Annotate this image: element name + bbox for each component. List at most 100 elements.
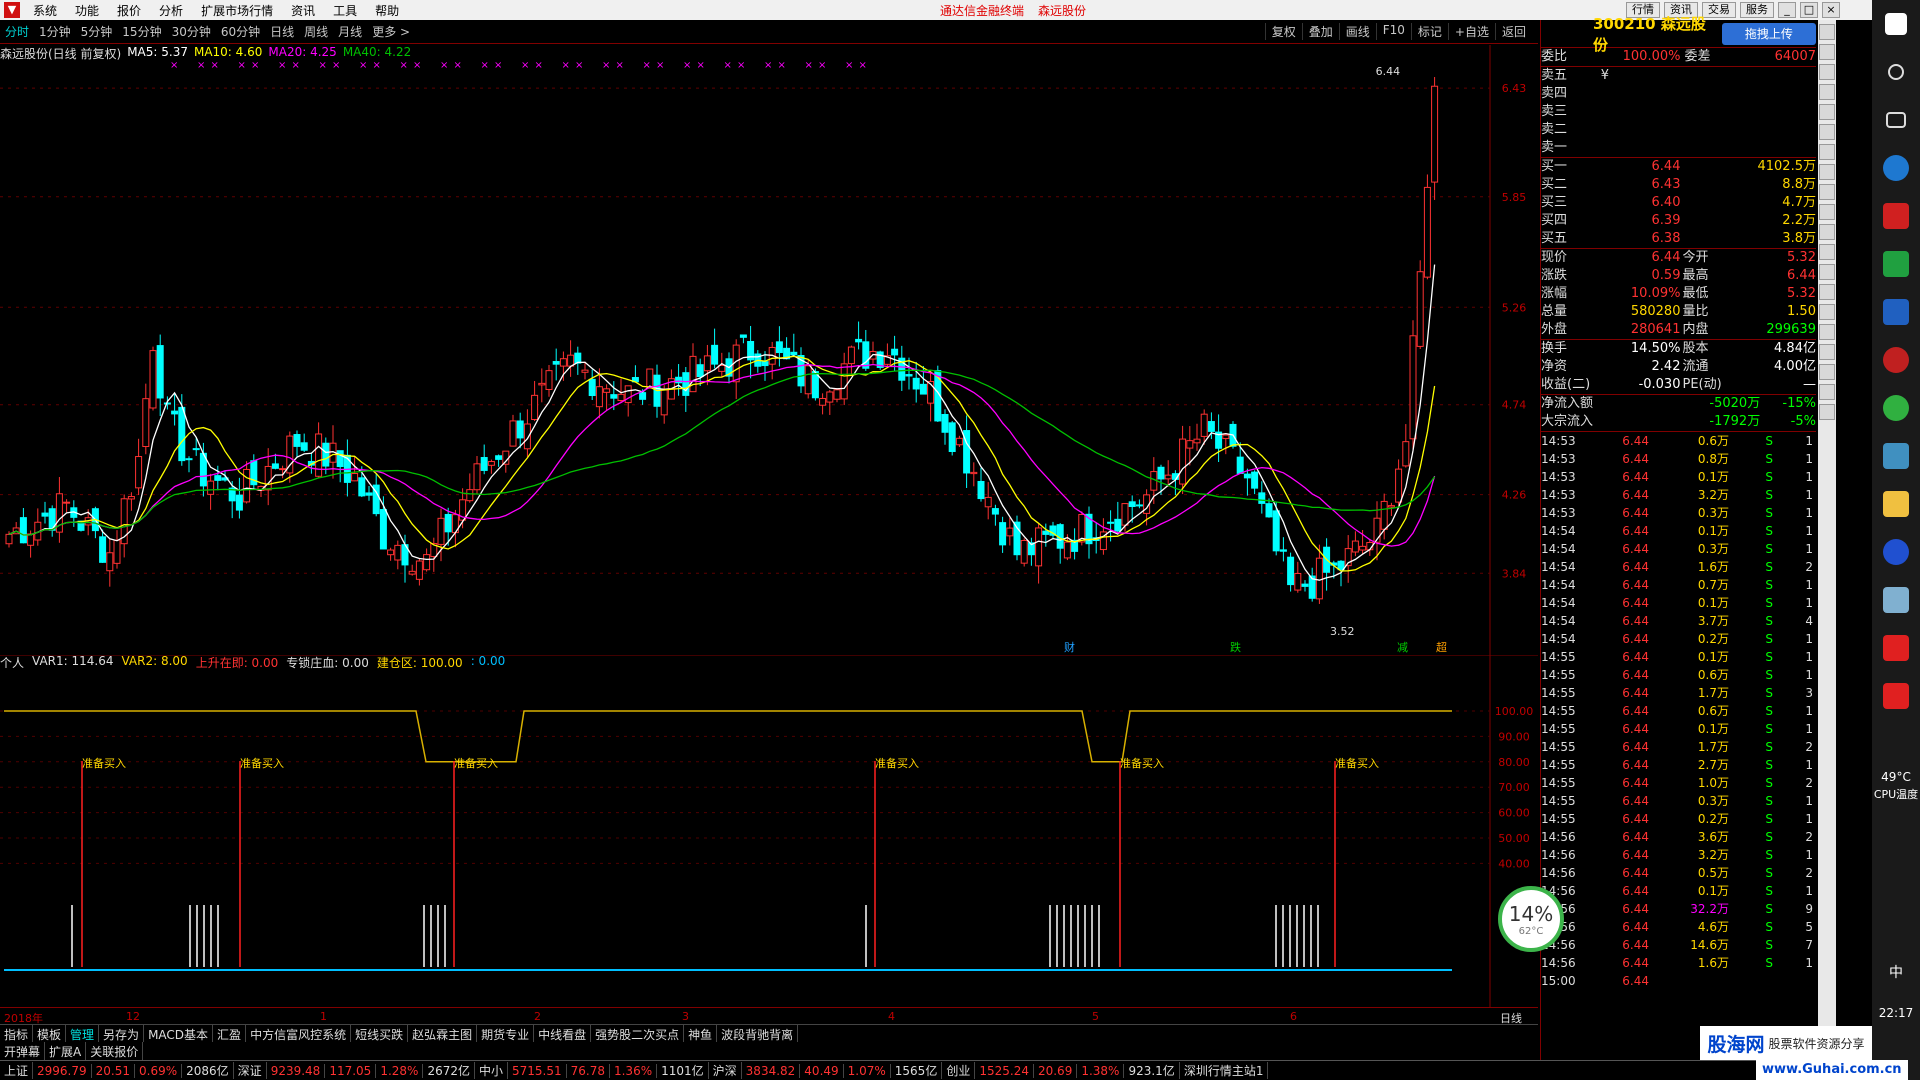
indicator-tab[interactable]: 汇盈: [213, 1025, 247, 1042]
fs-icon[interactable]: [1819, 384, 1835, 400]
menu-quote[interactable]: 报价: [108, 2, 150, 19]
period-tab-5min[interactable]: 5分钟: [76, 23, 118, 40]
app-icon-red[interactable]: [1872, 192, 1920, 240]
extra-tab[interactable]: 关联报价: [86, 1042, 144, 1060]
search-icon[interactable]: [1819, 224, 1835, 240]
menu-function[interactable]: 功能: [66, 2, 108, 19]
period-tab-weekly[interactable]: 周线: [299, 23, 333, 40]
indicator-chart[interactable]: 100.00 90.00 80.00 70.00 60.00 50.00 40.00 准备买…: [0, 655, 1538, 1007]
stat2-label: 换手: [1541, 341, 1568, 356]
indicator-tab[interactable]: 波段背驰背离: [717, 1025, 799, 1042]
toolbar-mark[interactable]: 标记: [1410, 23, 1448, 40]
down-arrow-icon[interactable]: [1819, 44, 1835, 60]
line-icon[interactable]: [1819, 284, 1835, 300]
tick-row: 14:56 6.44 14.6万 S 7: [1541, 936, 1816, 954]
ask-label: 卖二: [1541, 122, 1568, 137]
doc-icon[interactable]: [1819, 404, 1835, 420]
bar-icon[interactable]: [1819, 124, 1835, 140]
flow-pct: -5%: [1790, 414, 1816, 429]
cpu-usage-badge[interactable]: 14% 62°C: [1498, 886, 1564, 952]
event-marker[interactable]: 超: [1436, 640, 1447, 654]
period-tab-timeshare[interactable]: 分时: [0, 23, 34, 40]
period-tab-60min[interactable]: 60分钟: [216, 23, 265, 40]
period-tab-30min[interactable]: 30分钟: [167, 23, 216, 40]
task-view-icon[interactable]: [1872, 96, 1920, 144]
quote-panel: 300210 森远股份 拖拽上传 委比 100.00% 委差 64007 卖五 ¥…: [1540, 15, 1816, 1060]
indicator-tab[interactable]: 中线看盘: [534, 1025, 592, 1042]
tdx-icon-2[interactable]: [1872, 672, 1920, 720]
period-tab-15min[interactable]: 15分钟: [117, 23, 166, 40]
app-icon-360[interactable]: [1872, 384, 1920, 432]
extra-tab[interactable]: 开弹幕: [0, 1042, 46, 1060]
chart-icon[interactable]: [1819, 104, 1835, 120]
app-icon-baidu[interactable]: [1872, 528, 1920, 576]
move-icon[interactable]: [1819, 344, 1835, 360]
app-icon-ball[interactable]: [1872, 336, 1920, 384]
close-icon[interactable]: ×: [1822, 2, 1840, 18]
up-arrow-icon[interactable]: [1819, 24, 1835, 40]
search-icon[interactable]: [1872, 48, 1920, 96]
maximize-icon[interactable]: □: [1800, 2, 1818, 18]
period-tab-daily[interactable]: 日线: [265, 23, 299, 40]
toolbar-back[interactable]: 返回: [1494, 23, 1532, 40]
folder-icon[interactable]: [1872, 480, 1920, 528]
rsi-icon[interactable]: [1819, 304, 1835, 320]
toolbar-f10[interactable]: F10: [1375, 23, 1411, 40]
plus-icon[interactable]: [1819, 324, 1835, 340]
windows-start-icon[interactable]: [1872, 0, 1920, 48]
menu-system[interactable]: 系统: [24, 2, 66, 19]
top-button-service[interactable]: 服务: [1740, 2, 1774, 18]
indicator-tab[interactable]: 管理: [66, 1025, 100, 1042]
toolbar-add-watchlist[interactable]: +自选: [1447, 23, 1495, 40]
ime-indicator[interactable]: 中: [1872, 962, 1920, 982]
period-tab-1min[interactable]: 1分钟: [34, 23, 76, 40]
table-icon[interactable]: [1819, 144, 1835, 160]
edge-icon[interactable]: [1872, 144, 1920, 192]
list-icon[interactable]: [1819, 64, 1835, 80]
indicator-tab[interactable]: 神鱼: [684, 1025, 718, 1042]
indicator-tab[interactable]: 期货专业: [477, 1025, 535, 1042]
menu-extended-market[interactable]: 扩展市场行情: [192, 2, 282, 19]
indicator-tab[interactable]: 赵弘霖主图: [408, 1025, 478, 1042]
indicator-tab[interactable]: 短线买跌: [351, 1025, 409, 1042]
app-icon-blue[interactable]: [1872, 432, 1920, 480]
rank-icon[interactable]: [1819, 184, 1835, 200]
fund-icon[interactable]: [1819, 164, 1835, 180]
indicator-tab[interactable]: MACD基本: [144, 1025, 214, 1042]
extra-tab[interactable]: 扩展A: [45, 1042, 87, 1060]
tdx-icon-1[interactable]: [1872, 624, 1920, 672]
period-tab-more[interactable]: 更多 >: [367, 23, 415, 40]
minimize-icon[interactable]: _: [1778, 2, 1796, 18]
stock-icon[interactable]: [1819, 204, 1835, 220]
upload-button[interactable]: 拖拽上传: [1721, 22, 1816, 45]
event-marker[interactable]: 财: [1064, 640, 1075, 654]
candle-body: [840, 363, 848, 400]
menu-help[interactable]: 帮助: [366, 2, 408, 19]
signal-marker: ×: [400, 60, 408, 71]
event-marker[interactable]: 跌: [1230, 640, 1241, 654]
app-icon-green[interactable]: [1872, 240, 1920, 288]
zoom-icon[interactable]: [1819, 244, 1835, 260]
pen-icon[interactable]: [1819, 364, 1835, 380]
app-icon-light[interactable]: [1872, 576, 1920, 624]
status-item: 76.78: [567, 1063, 610, 1078]
indicator-tab[interactable]: 中方信富风控系统: [246, 1025, 352, 1042]
ring-icon[interactable]: [1819, 264, 1835, 280]
toolbar-draw[interactable]: 画线: [1338, 23, 1376, 40]
indicator-tab[interactable]: 模板: [33, 1025, 67, 1042]
menu-tools[interactable]: 工具: [324, 2, 366, 19]
clock[interactable]: 22:17: [1872, 1006, 1920, 1020]
date-dec: 12: [126, 1010, 140, 1023]
toolbar-adjust[interactable]: 复权: [1264, 23, 1302, 40]
period-tab-monthly[interactable]: 月线: [333, 23, 367, 40]
toolbar-overlay[interactable]: 叠加: [1301, 23, 1339, 40]
grid-icon[interactable]: [1819, 84, 1835, 100]
menu-info[interactable]: 资讯: [282, 2, 324, 19]
kline-chart[interactable]: 6.43 5.85 5.26 4.74 4.26 3.84 × × × × × × × × × × × × × × ×…: [0, 45, 1538, 655]
indicator-tab[interactable]: 指标: [0, 1025, 34, 1042]
app-icon-doc[interactable]: [1872, 288, 1920, 336]
indicator-tab[interactable]: 强势股二次买点: [591, 1025, 685, 1042]
event-marker[interactable]: 减: [1397, 641, 1408, 654]
indicator-tab[interactable]: 另存为: [99, 1025, 145, 1042]
menu-analysis[interactable]: 分析: [150, 2, 192, 19]
